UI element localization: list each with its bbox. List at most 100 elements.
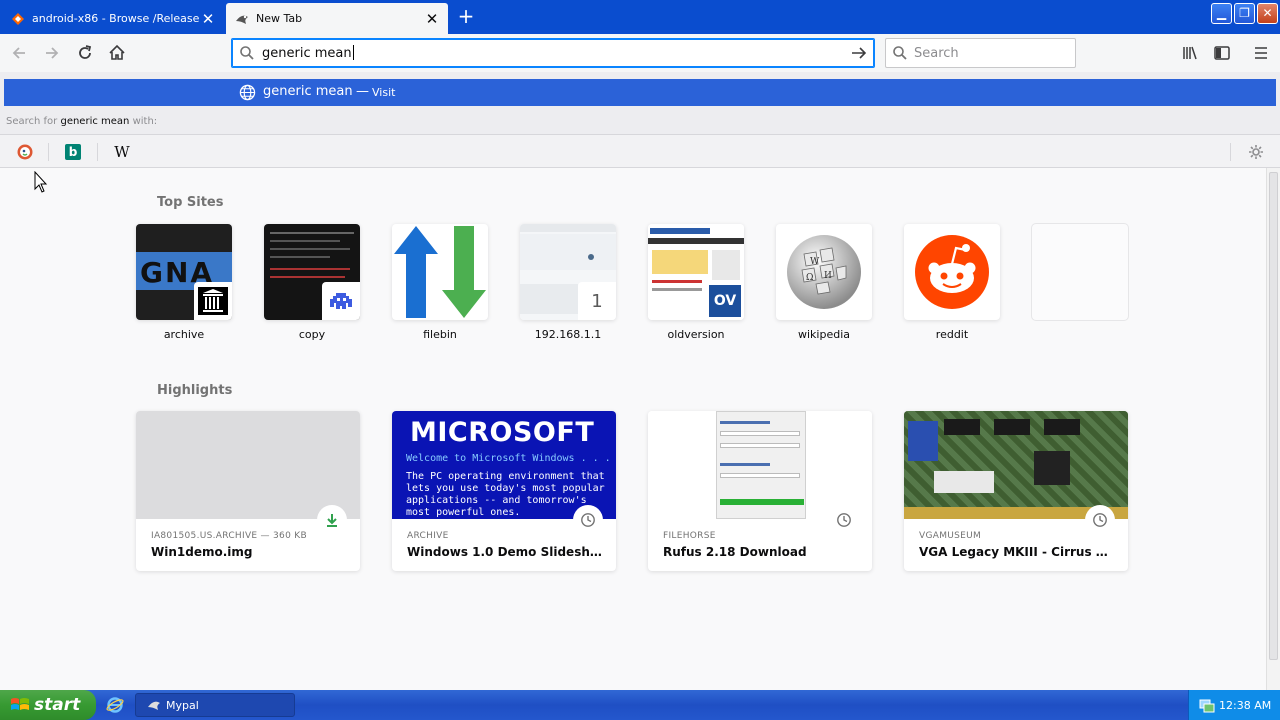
search-bar[interactable]: Search — [885, 38, 1076, 68]
sourceforge-icon — [10, 11, 26, 27]
top-site-copy[interactable] — [264, 224, 360, 320]
top-site-filebin[interactable] — [392, 224, 488, 320]
url-input[interactable]: generic mean — [262, 45, 844, 61]
router-badge: 1 — [578, 282, 616, 320]
top-site-label: archive — [163, 328, 205, 341]
highlights-heading: Highlights — [157, 383, 233, 398]
search-placeholder: Search — [914, 45, 959, 61]
tab-close-icon[interactable]: ✕ — [200, 11, 216, 27]
taskbar-item-mypal[interactable]: Mypal — [135, 693, 295, 717]
home-icon — [109, 44, 125, 60]
autocomplete-result-visit[interactable]: generic mean — Visit — [4, 79, 1276, 106]
internet-explorer-icon[interactable] — [106, 696, 124, 714]
maximize-button[interactable]: ❐ — [1234, 3, 1255, 24]
forward-button[interactable] — [38, 39, 66, 67]
top-site-wikipedia[interactable]: W И Ω — [776, 224, 872, 320]
sidebar-button[interactable] — [1208, 39, 1236, 67]
archive-icon — [194, 282, 232, 320]
engine-wikipedia-button[interactable]: W — [111, 141, 133, 163]
autocomplete-result-title: generic mean — [263, 84, 353, 99]
system-tray: 12:38 AM — [1188, 690, 1280, 720]
history-clock-icon — [829, 505, 859, 535]
top-site-reddit[interactable] — [904, 224, 1000, 320]
library-button[interactable] — [1176, 39, 1204, 67]
highlight-thumbnail — [904, 411, 1128, 519]
engine-divider — [48, 143, 49, 161]
scrollbar-thumb[interactable] — [1269, 172, 1278, 660]
network-icon[interactable] — [1199, 697, 1215, 713]
search-icon — [232, 45, 262, 61]
history-clock-icon — [1085, 505, 1115, 535]
autocomplete-separator: — — [356, 84, 369, 99]
go-arrow-icon — [852, 47, 867, 59]
search-icon — [886, 45, 914, 61]
hamburger-menu-icon — [1255, 47, 1267, 59]
tab-close-icon[interactable]: ✕ — [424, 11, 440, 27]
highlight-card-rufus[interactable]: FILEHORSE Rufus 2.18 Download — [648, 411, 872, 571]
highlight-title: VGA Legacy MKIII - Cirrus Logic ... — [919, 545, 1115, 559]
back-button[interactable] — [5, 39, 33, 67]
forward-arrow-icon — [46, 47, 59, 59]
oldversion-badge: OV — [706, 282, 744, 320]
tab-android-x86[interactable]: android-x86 - Browse /Release 2... ✕ — [2, 3, 224, 34]
top-site-router[interactable]: 1 — [520, 224, 616, 320]
highlight-title: Rufus 2.18 Download — [663, 545, 807, 559]
svg-text:W: W — [810, 257, 820, 267]
go-button[interactable] — [844, 44, 874, 62]
reload-button[interactable] — [71, 39, 99, 67]
engine-bing-button[interactable]: b — [62, 141, 84, 163]
top-site-empty-slot[interactable] — [1032, 224, 1128, 320]
engine-divider — [97, 143, 98, 161]
menu-button[interactable] — [1247, 39, 1275, 67]
autocomplete-action-label: Visit — [372, 86, 396, 99]
top-site-oldversion[interactable]: OV — [648, 224, 744, 320]
tab-title: New Tab — [256, 12, 303, 25]
clock[interactable]: 12:38 AM — [1219, 699, 1271, 712]
reddit-icon — [915, 235, 989, 309]
bing-icon: b — [65, 144, 81, 160]
top-site-label: 192.168.1.1 — [534, 328, 602, 341]
highlight-source: VGAMUSEUM — [919, 531, 982, 541]
new-tab-button[interactable]: + — [454, 6, 478, 28]
autocomplete-popup: generic mean — Visit Search for generic … — [0, 72, 1280, 168]
top-sites-heading: Top Sites — [157, 195, 224, 210]
top-site-label: copy — [298, 328, 326, 341]
start-label: start — [34, 695, 81, 715]
highlight-thumbnail — [648, 411, 872, 519]
top-site-label: filebin — [423, 328, 457, 341]
globe-icon — [239, 84, 256, 101]
mypal-icon — [148, 701, 160, 710]
tab-new-tab[interactable]: New Tab ✕ — [226, 3, 448, 34]
svg-text:Ω: Ω — [806, 273, 813, 283]
close-window-button[interactable]: ✕ — [1257, 3, 1278, 24]
tab-strip: android-x86 - Browse /Release 2... ✕ New… — [0, 0, 1280, 34]
url-bar[interactable]: generic mean — [231, 38, 875, 68]
home-button[interactable] — [103, 39, 131, 67]
highlight-thumbnail: MICROSOFT Welcome to Microsoft Windows .… — [392, 411, 616, 519]
windows-taskbar: start Mypal 12:38 AM — [0, 690, 1280, 720]
highlight-title: Win1demo.img — [151, 545, 253, 559]
highlight-card-vga-legacy[interactable]: VGAMUSEUM VGA Legacy MKIII - Cirrus Logi… — [904, 411, 1128, 571]
new-tab-page: Top Sites GNA archive copy filebin 1 192… — [0, 168, 1266, 690]
highlight-card-windows-demo[interactable]: MICROSOFT Welcome to Microsoft Windows .… — [392, 411, 616, 571]
download-icon — [317, 505, 347, 535]
search-settings-button[interactable] — [1245, 141, 1267, 163]
engine-duckduckgo-button[interactable] — [14, 141, 36, 163]
back-arrow-icon — [12, 47, 25, 59]
top-site-archive[interactable]: GNA — [136, 224, 232, 320]
start-button[interactable]: start — [0, 690, 96, 720]
updown-arrows-icon — [394, 226, 486, 318]
mouse-cursor-icon — [34, 171, 48, 193]
mypal-icon — [234, 11, 250, 27]
highlight-source: IA801505.US.ARCHIVE — 360 KB — [151, 531, 307, 541]
highlight-thumbnail — [136, 411, 360, 519]
invader-icon — [322, 282, 360, 320]
thumb-heading: MICROSOFT — [410, 417, 595, 448]
highlight-card-win1demo[interactable]: IA801505.US.ARCHIVE — 360 KB Win1demo.im… — [136, 411, 360, 571]
page-scrollbar[interactable] — [1266, 168, 1280, 690]
highlight-source: FILEHORSE — [663, 531, 716, 541]
top-site-label: wikipedia — [797, 328, 850, 341]
wikipedia-icon: W — [114, 143, 130, 161]
minimize-button[interactable]: ▁ — [1211, 3, 1232, 24]
history-clock-icon — [573, 505, 603, 535]
